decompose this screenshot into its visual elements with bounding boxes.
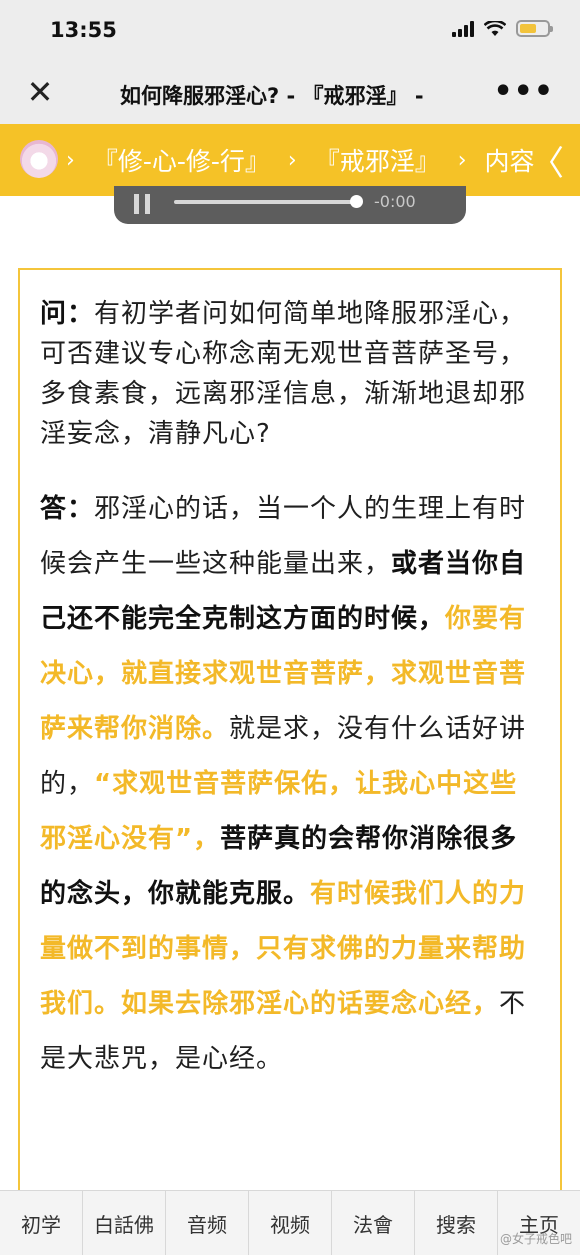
- question-label: 问：: [40, 299, 95, 329]
- question-text: 有初学者问如何简单地降服邪淫心，可否建议专心称念南无观世音菩萨圣号，多食素食，远…: [40, 299, 527, 449]
- battery-icon: [516, 20, 553, 37]
- more-options-icon[interactable]: •••: [493, 74, 554, 109]
- breadcrumb-separator-icon: ›: [66, 147, 75, 173]
- watermark: @女子戒色吧: [499, 1232, 572, 1246]
- status-time: 13:55: [50, 18, 117, 42]
- signal-icon: [452, 20, 474, 37]
- chevron-left-icon[interactable]: 〈: [530, 136, 564, 185]
- breadcrumb-items: › 『修-心-修-行』 › 『戒邪淫』 › 内容: [66, 142, 535, 178]
- tab-beginner[interactable]: 初学: [0, 1191, 83, 1255]
- tab-video[interactable]: 视频: [249, 1191, 332, 1255]
- audio-progress-handle[interactable]: [350, 195, 364, 208]
- answer-paragraph: 答：邪淫心的话，当一个人的生理上有时候会产生一些这种能量出来，或者当你自己还不能…: [40, 482, 540, 1087]
- audio-player: -0:00: [114, 186, 466, 224]
- close-icon[interactable]: ✕: [24, 76, 56, 108]
- bottom-tab-bar: 初学 白話佛 音频 视频 法會 搜索 主页: [0, 1190, 580, 1255]
- breadcrumb-item-jiexieyin[interactable]: 『戒邪淫』: [315, 142, 440, 178]
- tab-baihuafo[interactable]: 白話佛: [83, 1191, 166, 1255]
- wifi-icon: [484, 20, 506, 36]
- lotus-logo-icon[interactable]: [20, 140, 58, 178]
- tab-search[interactable]: 搜索: [415, 1191, 498, 1255]
- tab-audio[interactable]: 音频: [166, 1191, 249, 1255]
- audio-time: -0:00: [374, 192, 416, 211]
- page-title: 如何降服邪淫心? - 『戒邪淫』 -: [120, 84, 424, 108]
- breadcrumb-item-xiuxin[interactable]: 『修-心-修-行』: [93, 142, 270, 178]
- breadcrumb-separator-icon: ›: [287, 147, 297, 173]
- article-box: 问：有初学者问如何简单地降服邪淫心，可否建议专心称念南无观世音菩萨圣号，多食素食…: [18, 268, 562, 1198]
- status-bar: 13:55: [0, 0, 580, 62]
- answer-label: 答：: [40, 494, 95, 524]
- nav-bar: ✕ 如何降服邪淫心? - 『戒邪淫』 - •••: [0, 62, 580, 124]
- breadcrumb-separator-icon: ›: [457, 147, 467, 173]
- pause-icon[interactable]: [134, 194, 150, 214]
- question-paragraph: 问：有初学者问如何简单地降服邪淫心，可否建议专心称念南无观世音菩萨圣号，多食素食…: [40, 294, 540, 454]
- audio-progress-track[interactable]: [174, 200, 360, 204]
- answer-text: 邪淫心的话，当一个人的生理上有时候会产生一些这种能量出来，或者当你自己还不能完全…: [40, 494, 526, 1074]
- tab-dharma-assembly[interactable]: 法會: [332, 1191, 415, 1255]
- breadcrumb-item-content[interactable]: 内容: [485, 142, 535, 178]
- status-icons: [452, 20, 553, 37]
